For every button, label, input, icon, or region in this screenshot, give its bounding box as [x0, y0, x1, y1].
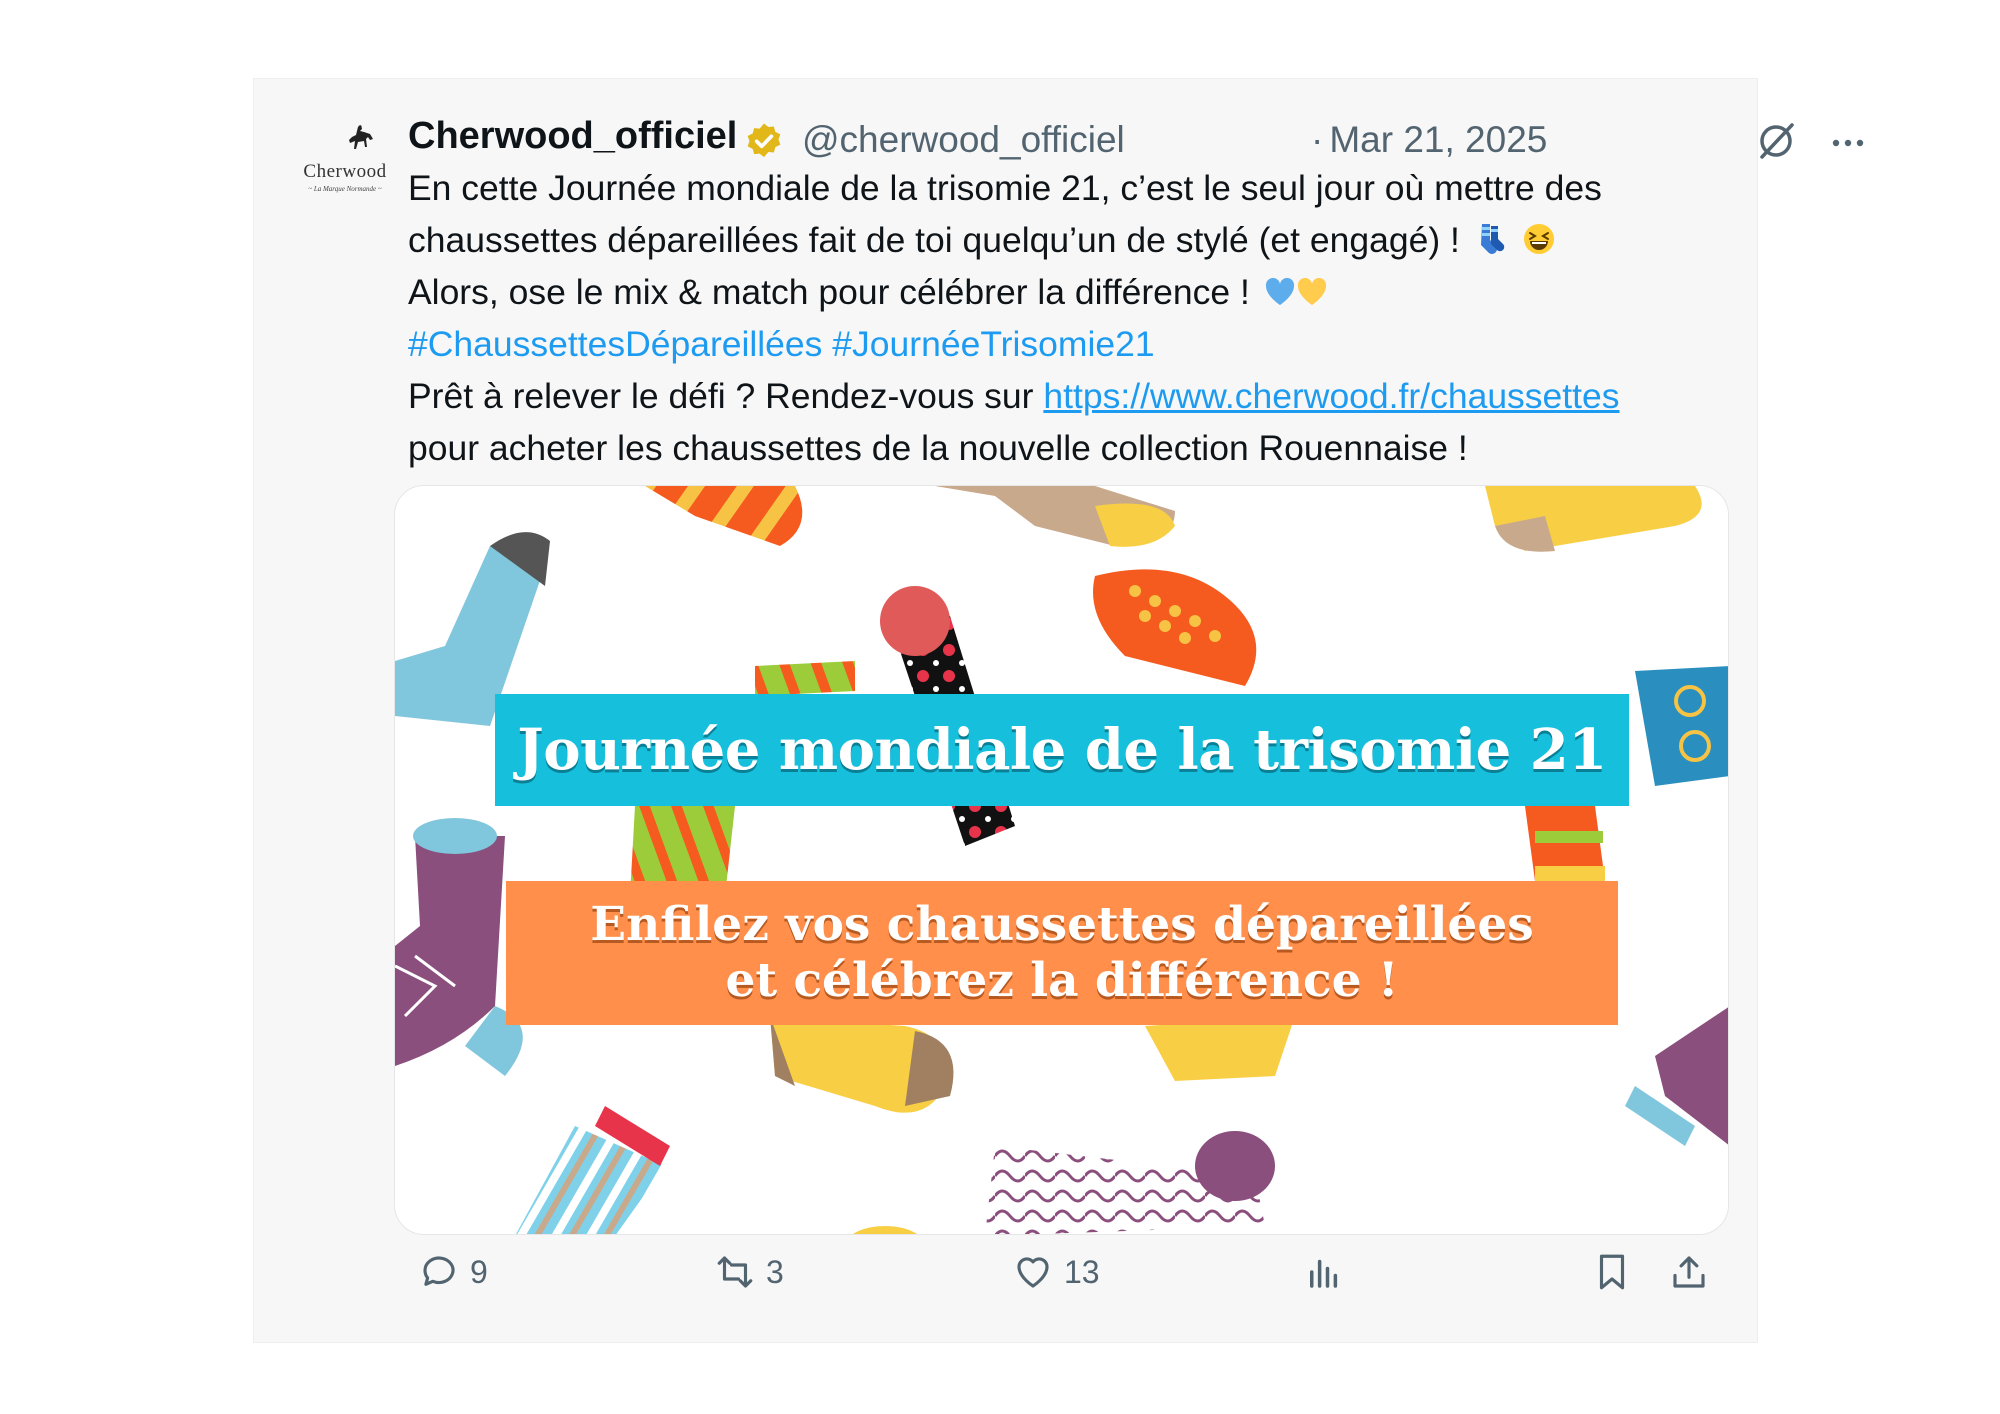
share-icon: [1673, 1256, 1705, 1288]
grok-icon[interactable]: [1754, 119, 1798, 163]
banner-subtitle-line-1: Enfilez vos chaussettes dépareillées: [590, 897, 1534, 952]
heart-icon: [1017, 1257, 1049, 1288]
text-line-6: pour acheter les chaussettes de la nouve…: [408, 428, 1468, 468]
shop-link[interactable]: https://www.cherwood.fr/chaussettes: [1043, 376, 1619, 416]
repost-button[interactable]: 3: [714, 1247, 784, 1297]
views-button[interactable]: [1303, 1247, 1345, 1297]
bookmark-icon: [1599, 1254, 1625, 1290]
text-line-2: chaussettes dépareillées fait de toi que…: [408, 214, 1748, 266]
tweet-date[interactable]: · Mar 21, 2025: [1311, 119, 1547, 161]
analytics-icon: [1310, 1259, 1338, 1288]
bookmark-button[interactable]: [1591, 1247, 1633, 1297]
text-line-3: Alors, ose le mix & match pour célébrer …: [408, 266, 1748, 318]
tweet-actions: 9 3 13: [408, 1247, 1728, 1297]
banner-title-text: Journée mondiale de la trisomie 21: [517, 717, 1607, 783]
reply-count: 9: [470, 1253, 488, 1290]
socks-emoji-icon: [1480, 224, 1505, 254]
hashtag-trisomie[interactable]: #JournéeTrisomie21: [832, 324, 1154, 364]
grinning-squinting-face-emoji-icon: [1523, 224, 1554, 254]
text-line-3-content: Alors, ose le mix & match pour célébrer …: [408, 272, 1250, 312]
user-handle[interactable]: @cherwood_officiel: [802, 119, 1125, 161]
tweet-header: Cherwood_officiel @cherwood_officiel · Ma…: [408, 111, 1864, 161]
blue-heart-emoji-icon: [1265, 277, 1294, 305]
socks-background-illustration: [395, 486, 1728, 1234]
avatar[interactable]: Cherwood ~ La Marque Normande ~: [290, 125, 400, 235]
yellow-heart-emoji-icon: [1297, 277, 1326, 305]
horse-rider-logo-icon: [349, 125, 373, 149]
verified-badge-icon: [747, 123, 781, 158]
text-line-hashtags: #ChaussettesDépareillées #JournéeTrisomi…: [408, 318, 1748, 370]
like-count: 13: [1064, 1253, 1100, 1290]
reply-button[interactable]: 9: [418, 1247, 488, 1297]
avatar-brand: Cherwood: [303, 161, 387, 182]
repost-count: 3: [766, 1253, 784, 1290]
avatar-tagline: ~ La Marque Normande ~: [308, 185, 382, 193]
banner-subtitle: Enfilez vos chaussettes dépareillées et …: [506, 881, 1618, 1025]
like-button[interactable]: 13: [1012, 1247, 1100, 1297]
display-name[interactable]: Cherwood_officiel: [408, 115, 737, 158]
tweet-text: En cette Journée mondiale de la trisomie…: [408, 162, 1748, 474]
share-button[interactable]: [1668, 1247, 1710, 1297]
text-line-5: Prêt à relever le défi ? Rendez-vous sur…: [408, 370, 1748, 422]
hashtag-chaussettes[interactable]: #ChaussettesDépareillées: [408, 324, 822, 364]
text-line-5-prefix: Prêt à relever le défi ? Rendez-vous sur: [408, 376, 1034, 416]
tweet-media-image[interactable]: Journée mondiale de la trisomie 21 Enfil…: [394, 485, 1729, 1235]
more-options-icon[interactable]: [1826, 119, 1870, 163]
reply-icon: [423, 1256, 455, 1286]
repost-icon: [717, 1256, 753, 1288]
tweet-card[interactable]: Cherwood ~ La Marque Normande ~ Cherwood…: [253, 78, 1864, 1343]
banner-title: Journée mondiale de la trisomie 21: [495, 694, 1629, 806]
text-line-2-content: chaussettes dépareillées fait de toi que…: [408, 220, 1460, 260]
separator: ·: [1311, 119, 1324, 160]
banner-subtitle-line-2: et célébrez la différence !: [725, 953, 1399, 1008]
text-line-1: En cette Journée mondiale de la trisomie…: [408, 168, 1602, 208]
date-text: Mar 21, 2025: [1329, 119, 1548, 160]
